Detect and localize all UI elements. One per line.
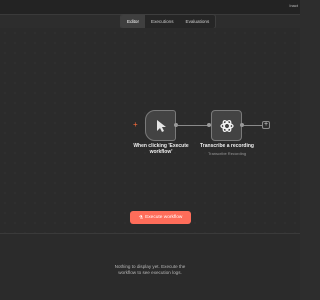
output-line	[244, 125, 262, 126]
openai-node-label: Transcribe a recording	[200, 143, 254, 149]
openai-node-sublabel: Transcribe Recording	[207, 151, 247, 156]
openai-input-handle[interactable]	[207, 123, 211, 127]
view-tabs: Editor Executions Evaluations	[120, 14, 217, 29]
add-node-button[interactable]: +	[262, 121, 270, 129]
openai-icon	[219, 119, 234, 132]
execute-workflow-button[interactable]: ⚗ Execute workflow	[130, 211, 191, 224]
tab-editor[interactable]: Editor	[121, 15, 146, 28]
top-bar: Inact	[0, 0, 300, 15]
openai-node[interactable]	[211, 110, 242, 141]
tab-executions[interactable]: Executions	[145, 15, 179, 28]
execute-workflow-label: Execute workflow	[145, 215, 183, 220]
cursor-icon	[156, 119, 166, 132]
logs-empty-message: Nothing to display yet. Execute the work…	[114, 264, 186, 275]
tab-evaluations[interactable]: Evaluations	[180, 15, 216, 28]
topbar-status-text[interactable]: Inact	[289, 3, 298, 8]
trigger-node-label: When clicking 'Execute workflow'	[133, 143, 189, 155]
trigger-node[interactable]	[145, 110, 176, 141]
add-trigger-icon[interactable]: +	[133, 121, 138, 129]
flask-icon: ⚗	[138, 214, 144, 221]
